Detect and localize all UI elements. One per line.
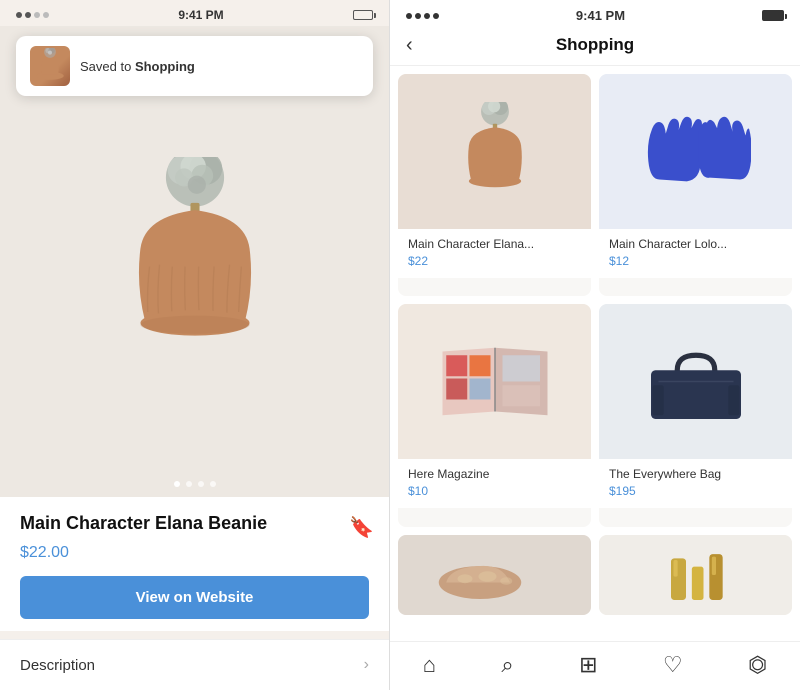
left-phone: 9:41 PM Saved to Shopping [0, 0, 390, 690]
shopping-page-title: Shopping [556, 35, 634, 55]
signal-dot-1 [16, 12, 22, 18]
signal-dot-r1 [406, 13, 412, 19]
grid-item-gloves-info: Main Character Lolo... $12 [599, 229, 792, 278]
grid-item-hat-price: $22 [408, 254, 581, 268]
grid-item-hat-name: Main Character Elana... [408, 237, 581, 251]
shoes-grid-icon [435, 540, 555, 610]
grid-item-bag-image [599, 304, 792, 459]
grid-item-gold[interactable] [599, 535, 792, 615]
grid-item-gloves-price: $12 [609, 254, 782, 268]
dot-1 [174, 481, 180, 487]
search-nav-icon[interactable]: ⌕ [501, 652, 513, 678]
product-hat-image [95, 157, 295, 367]
product-title-row: Main Character Elana Beanie 🔖 [20, 513, 369, 540]
grid-item-magazine[interactable]: Here Magazine $10 [398, 304, 591, 526]
signal-dot-r2 [415, 13, 421, 19]
signal-dot-2 [25, 12, 31, 18]
grid-item-gloves-image [599, 74, 792, 229]
product-price: $22.00 [20, 544, 369, 562]
signal-dot-r4 [433, 13, 439, 19]
grid-item-magazine-image [398, 304, 591, 459]
grid-item-shoes[interactable] [398, 535, 591, 615]
toast-product-image [30, 46, 70, 86]
grid-item-gloves-name: Main Character Lolo... [609, 237, 782, 251]
product-info: Main Character Elana Beanie 🔖 $22.00 Vie… [0, 497, 389, 631]
grid-item-gloves[interactable]: Main Character Lolo... $12 [599, 74, 792, 296]
grid-item-magazine-info: Here Magazine $10 [398, 459, 591, 508]
dot-2 [186, 481, 192, 487]
create-nav-icon[interactable]: ⊞ [579, 652, 597, 678]
magazine-grid-icon [435, 334, 555, 429]
status-time: 9:41 PM [178, 8, 223, 22]
grid-item-hat[interactable]: Main Character Elana... $22 [398, 74, 591, 296]
grid-item-hat-image [398, 74, 591, 229]
status-bar-right: 9:41 PM [390, 0, 800, 27]
home-nav-icon[interactable]: ⌂ [423, 652, 436, 678]
grid-item-hat-info: Main Character Elana... $22 [398, 229, 591, 278]
product-image-area [0, 26, 389, 497]
toast-message: Saved to Shopping [80, 59, 195, 74]
back-button[interactable]: ‹ [406, 34, 413, 57]
battery-icon [353, 10, 373, 20]
description-row[interactable]: Description › [0, 639, 389, 690]
grid-item-bag-info: The Everywhere Bag $195 [599, 459, 792, 508]
view-on-website-button[interactable]: View on Website [20, 576, 369, 619]
image-dots-indicator [174, 481, 216, 487]
heart-nav-icon[interactable]: ♡ [663, 652, 683, 678]
right-phone: 9:41 PM ‹ Shopping Main Characte [390, 0, 800, 690]
dot-3 [198, 481, 204, 487]
dot-4 [210, 481, 216, 487]
profile-nav-icon[interactable]: ⏣ [748, 652, 767, 678]
product-title: Main Character Elana Beanie [20, 513, 349, 534]
grid-item-shoes-image [398, 535, 591, 615]
toast-hat-icon [32, 48, 68, 84]
status-time-right: 9:41 PM [576, 8, 625, 23]
signal-dots [406, 13, 439, 19]
saved-toast: Saved to Shopping [16, 36, 373, 96]
gold-grid-icon [646, 540, 746, 610]
grid-item-magazine-price: $10 [408, 484, 581, 498]
bottom-nav: ⌂ ⌕ ⊞ ♡ ⏣ [390, 641, 800, 690]
hat-grid-icon [445, 102, 545, 202]
battery-right-icon [762, 10, 784, 21]
bookmark-icon[interactable]: 🔖 [349, 515, 369, 540]
description-label: Description [20, 657, 95, 674]
bag-grid-icon [636, 334, 756, 429]
signal-dot-3 [34, 12, 40, 18]
signal-dot-4 [43, 12, 49, 18]
gloves-grid-icon [641, 102, 751, 202]
grid-item-magazine-name: Here Magazine [408, 467, 581, 481]
status-bar-left: 9:41 PM [0, 0, 389, 26]
grid-item-gold-image [599, 535, 792, 615]
signal-dot-r3 [424, 13, 430, 19]
status-right [353, 10, 373, 20]
grid-item-bag-name: The Everywhere Bag [609, 467, 782, 481]
grid-item-bag-price: $195 [609, 484, 782, 498]
grid-item-bag[interactable]: The Everywhere Bag $195 [599, 304, 792, 526]
shopping-header: ‹ Shopping [390, 27, 800, 66]
shopping-grid: Main Character Elana... $22 Main Charact… [390, 66, 800, 641]
chevron-right-icon: › [364, 656, 369, 674]
signal-indicators [16, 12, 49, 18]
